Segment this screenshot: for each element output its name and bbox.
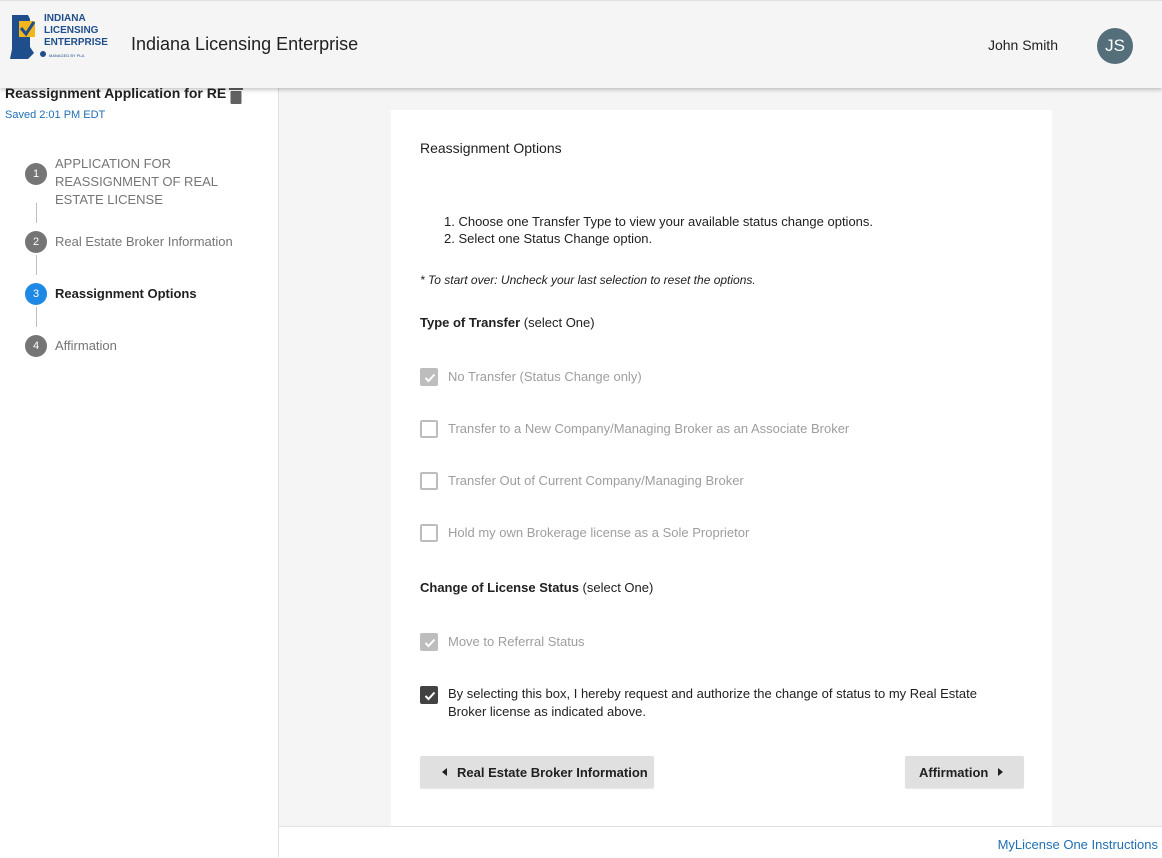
back-button[interactable]: Real Estate Broker Information [420, 756, 654, 788]
step-label: Real Estate Broker Information [55, 234, 233, 249]
logo-tagline: MANAGED BY PLA [49, 53, 85, 58]
step-label: Reassignment Options [55, 286, 197, 301]
step-label-line: APPLICATION FOR [55, 156, 172, 171]
checkmark-icon [424, 638, 436, 648]
checkbox[interactable] [420, 368, 438, 386]
trash-icon[interactable] [228, 86, 244, 104]
logo-line-3: ENTERPRISE [44, 37, 108, 48]
next-button-label: Affirmation [919, 764, 989, 780]
indiana-licensing-logo[interactable]: INDIANA LICENSING ENTERPRISE MANAGED BY … [6, 9, 116, 63]
checkbox[interactable] [420, 420, 438, 438]
checkbox-label: No Transfer (Status Change only) [448, 369, 642, 384]
checkbox[interactable] [420, 633, 438, 651]
step-number: 2 [25, 231, 47, 253]
checkmark-icon [424, 691, 436, 701]
step-label: APPLICATION FOR REASSIGNMENT OF REAL EST… [55, 155, 218, 209]
reset-note: * To start over: Uncheck your last selec… [420, 273, 756, 287]
checkbox-label: Transfer to a New Company/Managing Broke… [448, 421, 850, 436]
checkmark-icon [424, 373, 436, 383]
checkbox-label: Move to Referral Status [448, 634, 585, 649]
chevron-right-icon [998, 768, 1004, 776]
step-label-line: ESTATE LICENSE [55, 192, 163, 207]
checkbox[interactable] [420, 524, 438, 542]
license-status-label-rest: (select One) [578, 580, 654, 595]
step-connector [36, 255, 37, 275]
instructions-link[interactable]: MyLicense One Instructions [998, 837, 1158, 852]
reassignment-options-card: Reassignment Options 1. Choose one Trans… [391, 110, 1052, 826]
logo-line-1: INDIANA [44, 13, 86, 24]
authorization-checkbox[interactable] [420, 686, 438, 704]
main-content: Reassignment Options 1. Choose one Trans… [279, 87, 1162, 826]
license-status-label: Change of License Status (select One) [420, 580, 653, 595]
checkbox[interactable] [420, 472, 438, 490]
step-number: 4 [25, 335, 47, 357]
user-avatar[interactable]: JS [1097, 28, 1133, 64]
step-connector [36, 203, 37, 223]
section-title: Reassignment Options [420, 140, 562, 156]
transfer-type-label-rest: (select One) [520, 315, 595, 330]
step-number: 1 [25, 163, 47, 185]
step-number: 3 [25, 283, 47, 305]
checkbox-label: Transfer Out of Current Company/Managing… [448, 473, 744, 488]
instruction-2: 2. Select one Status Change option. [444, 231, 653, 246]
next-button[interactable]: Affirmation [905, 756, 1024, 788]
transfer-type-label: Type of Transfer (select One) [420, 315, 595, 330]
checkbox-label: Hold my own Brokerage license as a Sole … [448, 525, 750, 540]
license-status-label-bold: Change of License Status [420, 580, 579, 595]
logo-line-2: LICENSING [44, 25, 99, 36]
step-label-line: REASSIGNMENT OF REAL [55, 174, 219, 189]
back-button-label: Real Estate Broker Information [457, 764, 648, 780]
transfer-type-label-bold: Type of Transfer [420, 315, 521, 330]
authorization-label: By selecting this box, I hereby request … [448, 686, 977, 719]
step-label: Affirmation [55, 338, 117, 353]
step-connector [36, 307, 37, 327]
saved-status: Saved 2:01 PM EDT [5, 109, 106, 121]
chevron-left-icon [442, 768, 447, 776]
sidebar: Reassignment Application for RE Saved 2:… [0, 85, 279, 857]
footer: MyLicense One Instructions [279, 826, 1162, 858]
instruction-1: 1. Choose one Transfer Type to view your… [444, 214, 874, 229]
app-header: INDIANA LICENSING ENTERPRISE MANAGED BY … [0, 0, 1162, 88]
app-title: Indiana Licensing Enterprise [131, 34, 359, 54]
user-name[interactable]: John Smith [988, 37, 1058, 53]
